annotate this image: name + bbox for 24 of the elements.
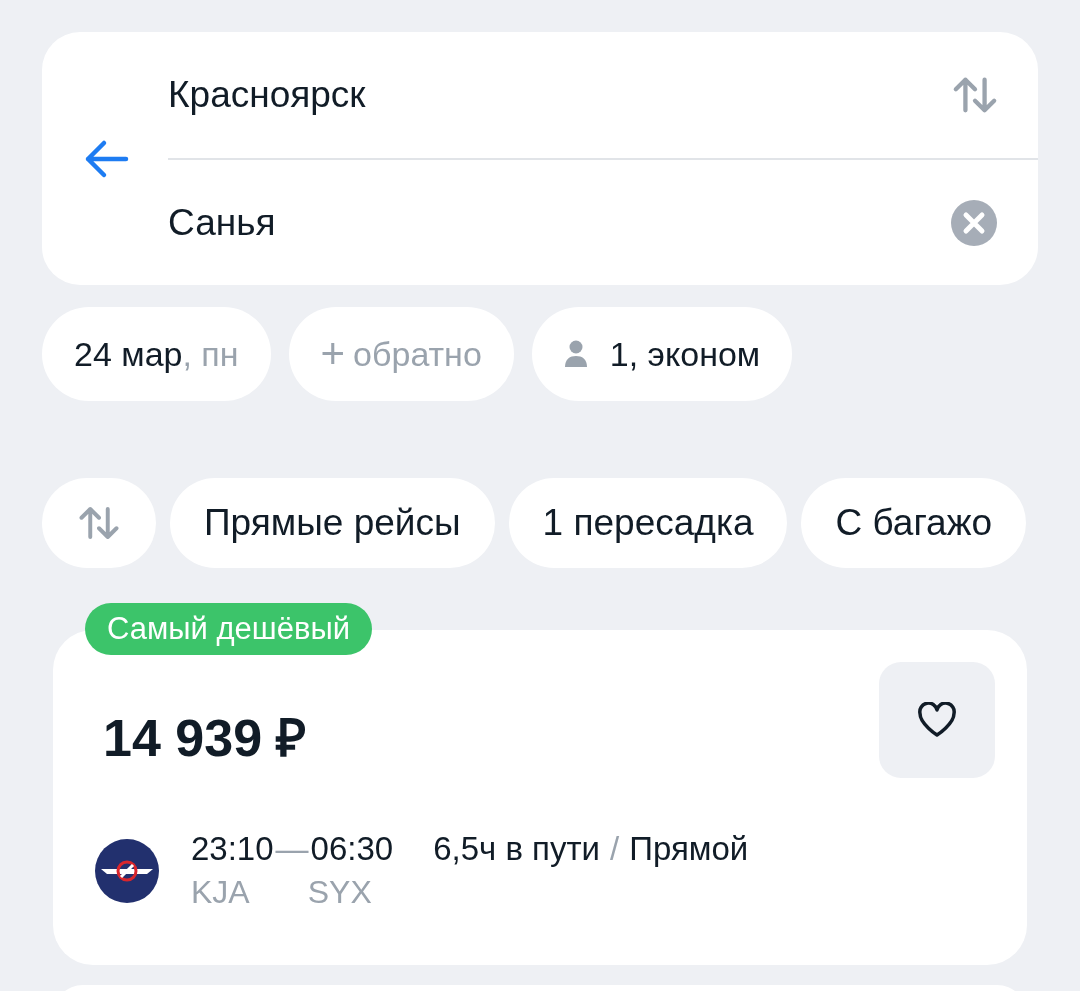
swap-icon[interactable] (952, 74, 998, 115)
heart-icon (917, 702, 957, 738)
passengers-chip[interactable]: 1, эконом (531, 307, 793, 401)
cheapest-badge: Самый дешёвый (85, 603, 372, 655)
price: 14 939 ₽ (103, 708, 307, 769)
destination-field[interactable]: Санья (168, 201, 276, 244)
airline-logo-icon (95, 838, 159, 903)
filter-chip[interactable]: Прямые рейсы (170, 478, 495, 568)
clear-icon[interactable] (950, 198, 998, 247)
dash: — (275, 830, 309, 868)
separator: / (610, 830, 620, 868)
duration: 6,5ч в пути (433, 830, 601, 868)
origin-field[interactable]: Красноярск (168, 73, 366, 116)
arrival-time: 06:30 (310, 830, 394, 868)
filter-chip[interactable]: 1 пересадка (508, 478, 788, 568)
person-icon (563, 339, 588, 369)
sort-icon (78, 504, 120, 542)
departure-time: 23:10 (191, 830, 274, 868)
airport-code: KJA (191, 874, 250, 911)
stops: Прямой (629, 830, 749, 868)
date-chip[interactable]: 24 мар, пн (42, 307, 271, 401)
favorite-button[interactable] (879, 662, 995, 778)
filter-chip[interactable]: С багажо (801, 478, 1026, 568)
airport-code: SYX (307, 874, 372, 911)
